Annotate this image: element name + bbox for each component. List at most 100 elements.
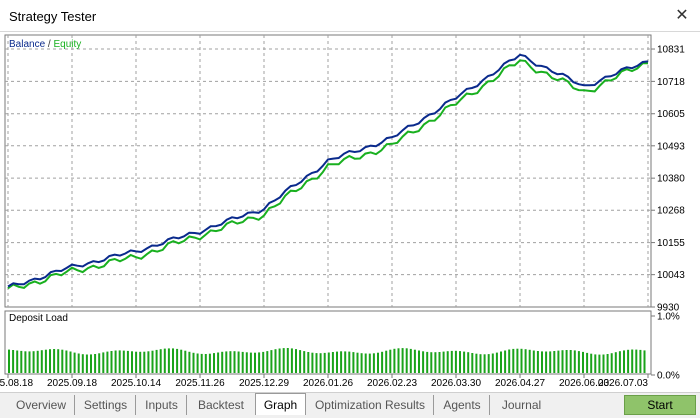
deposit-bar [192,352,195,373]
main-y-axis: 10831 10718 10605 10493 10380 10268 10155 10043… [651,45,685,314]
deposit-bar [413,349,416,373]
deposit-bar [237,351,240,373]
deposit-bar [405,348,408,373]
legend: Balance / Equity [9,39,81,50]
tab-inputs[interactable]: Inputs [137,395,187,415]
deposit-bar [418,350,420,373]
tab-agents[interactable]: Agents [435,395,490,415]
deposit-bar [299,350,302,373]
deposit-bar [360,353,363,373]
deposit-bar [450,350,453,373]
x-axis: 2025.08.18 2025.09.18 2025.10.14 2025.11.26… [0,374,649,389]
deposit-bar [258,352,261,373]
deposit-bar [131,351,133,373]
deposit-bar [151,350,154,373]
tab-journal[interactable]: Journal [491,395,552,415]
deposit-bar [561,350,564,373]
deposit-bar [106,351,109,373]
deposit-bar [102,352,105,373]
deposit-bar [204,354,207,373]
x-tick-label: 2025.11.26 [175,378,225,389]
deposit-bar [430,352,433,373]
x-tick-label: 2025.10.14 [111,378,161,389]
y-tick-label: 10605 [657,109,685,120]
deposit-bar [98,353,101,373]
deposit-bar [249,352,252,373]
deposit-bar [73,352,76,373]
deposit-bar [491,353,494,373]
deposit-bar [528,349,531,373]
tab-backtest[interactable]: Backtest [188,395,254,415]
close-icon[interactable]: ✕ [672,6,692,26]
deposit-y-tick-label: 0.0% [657,371,680,382]
tab-overview[interactable]: Overview [8,395,75,415]
deposit-bar [69,351,72,373]
deposit-bar [229,351,232,373]
deposit-bar [290,348,293,373]
deposit-bar [553,351,556,373]
deposit-bar [471,353,474,373]
deposit-bar [565,350,568,373]
deposit-bar [610,353,613,373]
deposit-bar [557,350,560,373]
deposit-bar [438,352,441,373]
deposit-bar [213,353,215,373]
deposit-bar [340,351,343,373]
deposit-bar [143,351,146,373]
chart-area: 10831 10718 10605 10493 10380 10268 10155 10043… [0,32,700,392]
deposit-bar [172,348,174,373]
deposit-bar [323,352,326,373]
deposit-bar [377,352,379,373]
deposit-bar [495,352,498,373]
deposit-bar [635,349,638,373]
deposit-bar [479,354,482,373]
legend-balance: Balance [9,39,46,50]
deposit-bar [623,350,625,373]
deposit-bar [545,351,548,373]
deposit-bar [352,352,355,373]
deposit-bar [368,353,371,373]
deposit-bar [463,351,466,373]
deposit-bar [454,350,457,373]
window-title: Strategy Tester [9,9,97,24]
deposit-bar [577,351,580,373]
deposit-bar [598,354,601,373]
y-tick-label: 10155 [657,238,685,249]
x-tick-label: 2025.12.29 [239,378,289,389]
deposit-bar [594,354,597,373]
deposit-bar [590,353,593,373]
deposit-bar [266,351,269,373]
deposit-bar [401,348,404,373]
deposit-bar [36,350,39,373]
deposit-bar [122,350,125,373]
deposit-bar [459,351,461,373]
deposit-bar [139,351,142,373]
tab-graph[interactable]: Graph [255,393,306,415]
deposit-bar [508,349,511,373]
deposit-bar [57,349,60,373]
deposit-bar [311,352,314,373]
deposit-bar [422,351,425,373]
deposit-bar [397,348,400,373]
deposit-bar [372,353,375,373]
deposit-bar [278,348,281,373]
deposit-bar [467,352,470,373]
deposit-bar [196,353,199,373]
deposit-bar [393,348,396,373]
deposit-bar [442,351,445,373]
deposit-bar [245,352,248,373]
tab-bar: Overview Settings Inputs Backtest Graph Optim… [0,392,700,418]
deposit-bar [500,351,502,373]
tab-settings[interactable]: Settings [76,395,136,415]
deposit-bar [176,348,179,373]
start-button[interactable]: Start [624,395,696,415]
deposit-bar [536,351,539,373]
deposit-bar [327,352,330,373]
deposit-bar [85,354,88,373]
deposit-bar [643,350,646,373]
deposit-bar [32,351,35,373]
deposit-bar [569,350,572,373]
deposit-bar [16,350,19,373]
y-tick-label: 10380 [657,174,685,185]
tab-optimization-results[interactable]: Optimization Results [307,395,434,415]
